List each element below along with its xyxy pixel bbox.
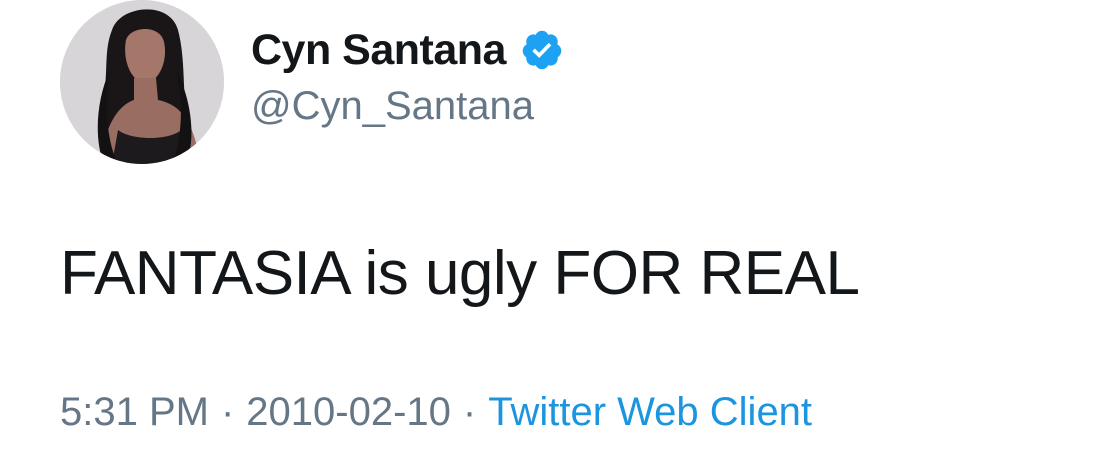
avatar[interactable] (60, 0, 224, 164)
meta-separator: · (462, 390, 477, 434)
tweet-meta: 5:31 PM · 2010-02-10 · Twitter Web Clien… (60, 390, 812, 435)
tweet-date[interactable]: 2010-02-10 (246, 390, 451, 435)
user-handle[interactable]: @Cyn_Santana (251, 84, 534, 129)
tweet-card: Cyn Santana @Cyn_Santana FANTASIA is ugl… (0, 0, 1107, 472)
client-link[interactable]: Twitter Web Client (488, 390, 812, 435)
author-row: Cyn Santana (251, 22, 564, 78)
tweet-text: FANTASIA is ugly FOR REAL (60, 239, 860, 308)
avatar-photo (60, 0, 224, 164)
tweet-time[interactable]: 5:31 PM (60, 390, 209, 435)
verified-badge-icon (520, 28, 564, 72)
meta-separator: · (220, 390, 235, 434)
display-name[interactable]: Cyn Santana (251, 26, 506, 75)
